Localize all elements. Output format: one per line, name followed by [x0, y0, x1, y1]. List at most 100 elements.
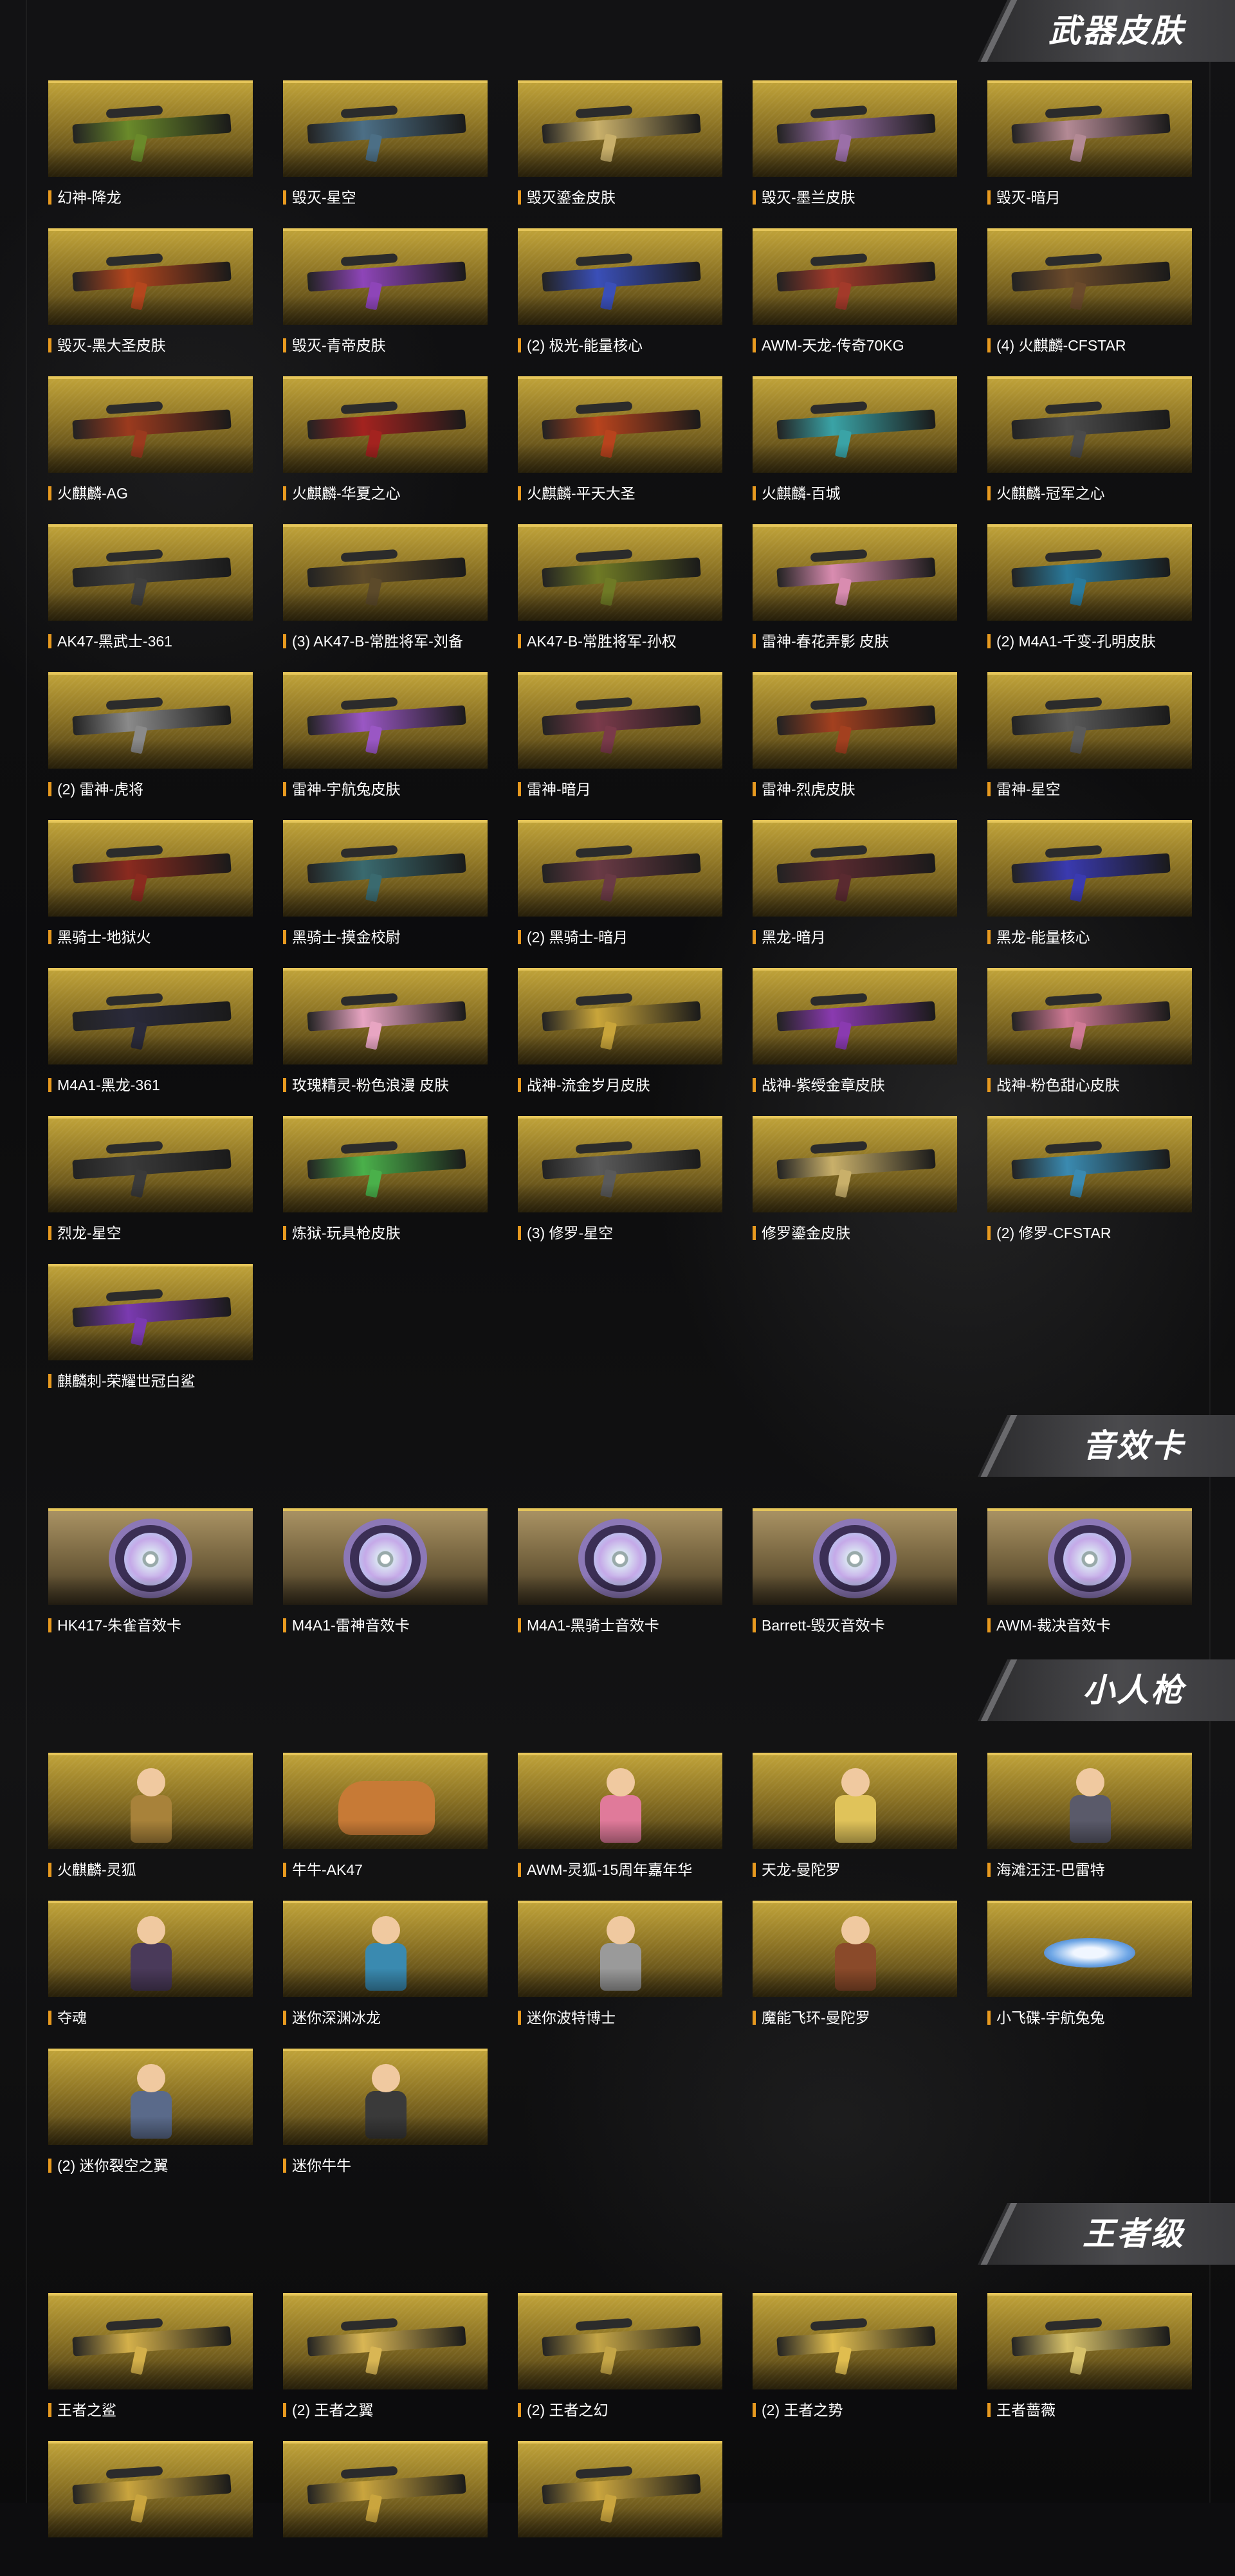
- item-card[interactable]: 战神-流金岁月皮肤: [518, 968, 722, 1103]
- item-card[interactable]: 战神-粉色甜心皮肤: [987, 968, 1192, 1103]
- item-card[interactable]: 夺魂: [48, 1901, 253, 2036]
- figure-head-icon: [1076, 1768, 1104, 1796]
- item-card[interactable]: AWM-裁决音效卡: [987, 1508, 1192, 1643]
- item-card[interactable]: 牛牛-AK47: [283, 1753, 488, 1888]
- gun-scope-icon: [340, 992, 398, 1007]
- item-card[interactable]: (3) 修罗-星空: [518, 1116, 722, 1251]
- item-thumbnail: [753, 228, 957, 325]
- item-label: (3) 修罗-星空: [518, 1222, 722, 1244]
- item-card[interactable]: (2) 修罗-CFSTAR: [987, 1116, 1192, 1251]
- weapon-icon: [542, 409, 701, 440]
- item-thumbnail: [48, 672, 253, 769]
- item-card[interactable]: (2) 王者之翼: [283, 2293, 488, 2428]
- item-card[interactable]: 毁灭-青帝皮肤: [283, 228, 488, 363]
- item-card[interactable]: 王者之鲨: [48, 2293, 253, 2428]
- item-thumbnail: [518, 80, 722, 177]
- item-card[interactable]: AK47-B-常胜将军-孙权: [518, 524, 722, 659]
- item-card[interactable]: Barrett-毁灭音效卡: [753, 1508, 957, 1643]
- item-card[interactable]: 黑骑士-摸金校尉: [283, 820, 488, 955]
- item-card[interactable]: M4A1-黑龙-361: [48, 968, 253, 1103]
- item-card[interactable]: 迷你深渊冰龙: [283, 1901, 488, 2036]
- gun-scope-icon: [575, 401, 633, 415]
- item-card[interactable]: 雷神-宇航兔皮肤: [283, 672, 488, 807]
- item-card[interactable]: (2) M4A1-千变-孔明皮肤: [987, 524, 1192, 659]
- item-card[interactable]: 火麒麟-华夏之心: [283, 376, 488, 511]
- item-label: 雷神-宇航兔皮肤: [283, 778, 488, 800]
- item-card[interactable]: [518, 2441, 722, 2576]
- thumbnail-shade: [518, 592, 722, 621]
- item-thumbnail: [48, 1508, 253, 1605]
- item-thumbnail: [753, 1116, 957, 1212]
- item-card[interactable]: 黑龙-暗月: [753, 820, 957, 955]
- weapon-icon: [542, 113, 701, 144]
- item-thumbnail: [48, 1264, 253, 1360]
- item-label: (2) 极光-能量核心: [518, 334, 722, 356]
- item-card[interactable]: 毁灭鎏金皮肤: [518, 80, 722, 215]
- item-card[interactable]: (2) 迷你裂空之翼: [48, 2049, 253, 2184]
- item-card[interactable]: AWM-天龙-传奇70KG: [753, 228, 957, 363]
- item-card[interactable]: 火麒麟-平天大圣: [518, 376, 722, 511]
- item-card[interactable]: 小飞碟-宇航兔兔: [987, 1901, 1192, 2036]
- item-card[interactable]: 玫瑰精灵-粉色浪漫 皮肤: [283, 968, 488, 1103]
- item-card[interactable]: M4A1-黑骑士音效卡: [518, 1508, 722, 1643]
- item-thumbnail: [753, 1508, 957, 1605]
- item-thumbnail: [987, 1116, 1192, 1212]
- item-card[interactable]: M4A1-雷神音效卡: [283, 1508, 488, 1643]
- item-card[interactable]: [48, 2441, 253, 2576]
- item-card[interactable]: (2) 黑骑士-暗月: [518, 820, 722, 955]
- thumbnail-shade: [283, 2116, 488, 2145]
- thumbnail-shade: [283, 1576, 488, 1605]
- item-card[interactable]: (2) 王者之幻: [518, 2293, 722, 2428]
- item-card[interactable]: (2) 极光-能量核心: [518, 228, 722, 363]
- weapon-icon: [307, 705, 466, 736]
- item-card[interactable]: 雷神-春花弄影 皮肤: [753, 524, 957, 659]
- item-card[interactable]: 海滩汪汪-巴雷特: [987, 1753, 1192, 1888]
- thumbnail-shade: [753, 740, 957, 769]
- item-card[interactable]: 雷神-星空: [987, 672, 1192, 807]
- item-card[interactable]: 烈龙-星空: [48, 1116, 253, 1251]
- item-card[interactable]: 毁灭-星空: [283, 80, 488, 215]
- item-label: 战神-流金岁月皮肤: [518, 1074, 722, 1096]
- item-thumbnail: [283, 968, 488, 1064]
- item-card[interactable]: AWM-灵狐-15周年嘉年华: [518, 1753, 722, 1888]
- item-card[interactable]: 炼狱-玩具枪皮肤: [283, 1116, 488, 1251]
- thumbnail-shade: [283, 1036, 488, 1064]
- thumbnail-shade: [283, 1968, 488, 1997]
- item-card[interactable]: (4) 火麒麟-CFSTAR: [987, 228, 1192, 363]
- item-card[interactable]: 毁灭-黑大圣皮肤: [48, 228, 253, 363]
- weapon-icon: [542, 1001, 701, 1032]
- item-card[interactable]: 毁灭-墨兰皮肤: [753, 80, 957, 215]
- item-card[interactable]: 火麒麟-灵狐: [48, 1753, 253, 1888]
- gun-scope-icon: [1045, 697, 1102, 711]
- item-card[interactable]: 魔能飞环-曼陀罗: [753, 1901, 957, 2036]
- item-card[interactable]: 迷你波特博士: [518, 1901, 722, 2036]
- item-card[interactable]: (3) AK47-B-常胜将军-刘备: [283, 524, 488, 659]
- item-card[interactable]: 麒麟刺-荣耀世冠白鲨: [48, 1264, 253, 1399]
- item-thumbnail: [987, 228, 1192, 325]
- item-card[interactable]: AK47-黑武士-361: [48, 524, 253, 659]
- item-card[interactable]: 王者蔷薇: [987, 2293, 1192, 2428]
- item-card[interactable]: 战神-紫绶金章皮肤: [753, 968, 957, 1103]
- item-thumbnail: [753, 672, 957, 769]
- item-card[interactable]: 天龙-曼陀罗: [753, 1753, 957, 1888]
- item-card[interactable]: 火麒麟-AG: [48, 376, 253, 511]
- item-card[interactable]: 火麒麟-冠军之心: [987, 376, 1192, 511]
- item-card[interactable]: 黑龙-能量核心: [987, 820, 1192, 955]
- item-card[interactable]: [283, 2441, 488, 2576]
- gun-scope-icon: [810, 549, 868, 563]
- item-card[interactable]: 黑骑士-地狱火: [48, 820, 253, 955]
- item-card[interactable]: 毁灭-暗月: [987, 80, 1192, 215]
- item-card[interactable]: 火麒麟-百城: [753, 376, 957, 511]
- item-card[interactable]: 幻神-降龙: [48, 80, 253, 215]
- item-card[interactable]: (2) 雷神-虎将: [48, 672, 253, 807]
- item-card[interactable]: 雷神-暗月: [518, 672, 722, 807]
- item-label: 烈龙-星空: [48, 1222, 253, 1244]
- item-card[interactable]: 雷神-烈虎皮肤: [753, 672, 957, 807]
- item-card[interactable]: (2) 王者之势: [753, 2293, 957, 2428]
- item-card[interactable]: HK417-朱雀音效卡: [48, 1508, 253, 1643]
- item-label: (2) M4A1-千变-孔明皮肤: [987, 630, 1192, 652]
- item-card[interactable]: 迷你牛牛: [283, 2049, 488, 2184]
- item-card[interactable]: 修罗鎏金皮肤: [753, 1116, 957, 1251]
- weapon-icon: [307, 2326, 466, 2357]
- gun-scope-icon: [810, 1140, 868, 1155]
